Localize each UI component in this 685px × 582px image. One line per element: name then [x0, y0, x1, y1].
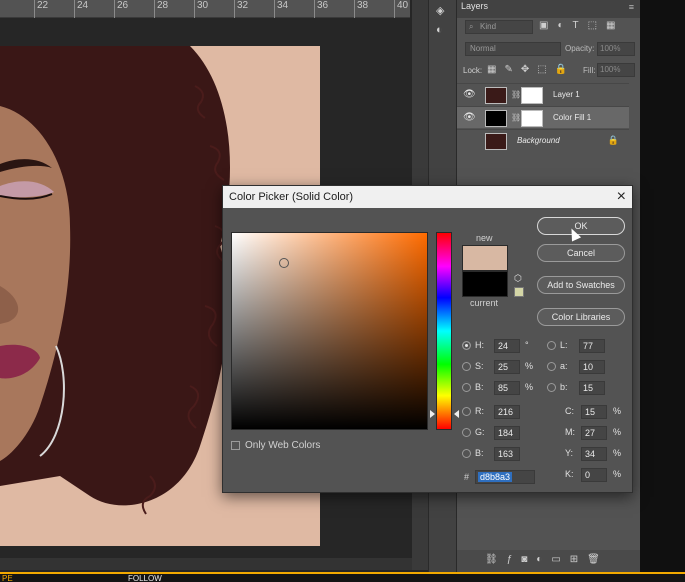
layer-row-selected[interactable]: 👁 ⛓ Color Fill 1 — [457, 106, 629, 128]
saturation-brightness-field[interactable] — [231, 232, 428, 430]
fill-layer-thumbnail — [485, 110, 507, 127]
black-input[interactable]: 0 — [581, 468, 607, 482]
layer-name: Layer 1 — [553, 90, 580, 99]
ruler-tick: 40 — [394, 0, 408, 18]
red-input[interactable]: 216 — [494, 405, 520, 419]
radio[interactable] — [547, 383, 556, 392]
screen-edge — [640, 0, 685, 582]
radio[interactable] — [462, 449, 471, 458]
search-icon: ⌕ — [469, 22, 474, 31]
ruler-tick: 30 — [194, 0, 208, 18]
hue-input[interactable]: 24 — [494, 339, 520, 353]
magenta-input[interactable]: 27 — [581, 426, 607, 440]
current-label: current — [470, 298, 499, 308]
green-input[interactable]: 184 — [494, 426, 520, 440]
web-safe-swatch[interactable] — [514, 287, 524, 297]
yellow-input[interactable]: 34 — [581, 447, 607, 461]
fill-input[interactable]: 100% — [597, 63, 635, 77]
opacity-label: Opacity: — [565, 44, 595, 53]
dialog-title: Color Picker (Solid Color) — [229, 191, 354, 203]
hex-value: d8b8a3 — [478, 472, 513, 482]
color-picker-dialog: Color Picker (Solid Color) × Only Web Co… — [222, 185, 633, 493]
only-web-colors-checkbox[interactable]: Only Web Colors — [231, 440, 320, 451]
layer-mask-thumbnail — [521, 87, 543, 104]
taskbar-left-label: PE — [2, 574, 13, 582]
adjustments-panel-icon[interactable]: ◐ — [436, 24, 443, 36]
ruler-tick: 36 — [314, 0, 328, 18]
close-icon[interactable]: × — [617, 186, 626, 208]
radio[interactable] — [462, 428, 471, 437]
layers-panel-icon[interactable]: ◈ — [436, 4, 444, 17]
tab-layers[interactable]: Layers — [461, 0, 488, 18]
ruler-tick: 28 — [154, 0, 168, 18]
cyan-input[interactable]: 15 — [581, 405, 607, 419]
lock-label: Lock: — [463, 66, 483, 75]
link-icon: ⛓ — [511, 90, 522, 99]
radio-selected[interactable] — [462, 341, 471, 350]
ruler-tick: 32 — [234, 0, 248, 18]
ruler-tick: 24 — [74, 0, 88, 18]
hex-label: # — [464, 472, 470, 482]
b-channel-input[interactable]: 15 — [579, 381, 605, 395]
horizontal-ruler: 22 24 26 28 30 32 34 36 38 40 — [0, 0, 410, 18]
hue-slider-left-arrow[interactable] — [430, 410, 435, 418]
layer-name: Background — [517, 136, 560, 145]
only-web-colors-label: Only Web Colors — [245, 440, 321, 451]
link-icon: ⛓ — [511, 113, 522, 122]
layer-row[interactable]: 👁 ⛓ Layer 1 — [457, 83, 629, 105]
hue-slider-right-arrow[interactable] — [454, 410, 459, 418]
eye-icon[interactable]: 👁 — [463, 112, 477, 123]
taskbar-follow-label[interactable]: FOLLOW — [128, 574, 162, 582]
ruler-tick: 26 — [114, 0, 128, 18]
hex-input[interactable]: d8b8a3 — [475, 470, 535, 484]
dialog-titlebar: Color Picker (Solid Color) × — [223, 186, 632, 208]
blue-input[interactable]: 163 — [494, 447, 520, 461]
a-channel-input[interactable]: 10 — [579, 360, 605, 374]
new-label: new — [476, 233, 493, 243]
lightness-input[interactable]: 77 — [579, 339, 605, 353]
checkbox-icon[interactable] — [231, 440, 240, 450]
radio[interactable] — [547, 362, 556, 371]
layer-kind-filter[interactable]: ⌕ Kind — [465, 20, 533, 34]
layer-name: Color Fill 1 — [553, 113, 592, 122]
color-libraries-button[interactable]: Color Libraries — [537, 308, 625, 326]
layers-panel-tabbar: Layers ≡ — [457, 0, 640, 18]
lock-icons[interactable]: ▦✎✥⬚🔒 — [487, 64, 575, 75]
horizontal-scrollbar[interactable] — [0, 558, 412, 570]
new-color-swatch — [462, 245, 508, 271]
panel-menu-icon[interactable]: ≡ — [629, 2, 634, 12]
layer-thumbnail — [485, 87, 507, 104]
ruler-tick: 38 — [354, 0, 368, 18]
radio[interactable] — [462, 407, 471, 416]
layer-thumbnail — [485, 133, 507, 150]
ruler-tick: 34 — [274, 0, 288, 18]
add-to-swatches-button[interactable]: Add to Swatches — [537, 276, 625, 294]
color-selector-circle[interactable] — [279, 258, 289, 268]
blend-mode-select[interactable]: Normal — [465, 42, 561, 56]
radio[interactable] — [547, 341, 556, 350]
photoshop-window: 22 24 26 28 30 32 34 36 38 40 ◈ ◐ Layers… — [0, 0, 685, 582]
saturation-input[interactable]: 25 — [494, 360, 520, 374]
current-color-swatch[interactable] — [462, 271, 508, 297]
layer-filter-icons[interactable]: ▣◐T⬚▦ — [539, 20, 625, 31]
layers-panel-footer[interactable]: ⛓ƒ◙◐▭⊞🗑 — [457, 550, 641, 572]
layer-mask-thumbnail — [521, 110, 543, 127]
bottom-bar: PE FOLLOW — [0, 572, 685, 582]
lock-icon: 🔒 — [607, 135, 619, 145]
ok-button[interactable]: OK — [537, 217, 625, 235]
cancel-button[interactable]: Cancel — [537, 244, 625, 262]
cube-icon[interactable]: ⬡ — [514, 273, 522, 284]
radio[interactable] — [462, 383, 471, 392]
eye-icon[interactable]: 👁 — [463, 89, 477, 100]
hue-slider[interactable] — [436, 232, 452, 430]
opacity-input[interactable]: 100% — [597, 42, 635, 56]
brightness-input[interactable]: 85 — [494, 381, 520, 395]
fill-label: Fill: — [583, 66, 596, 75]
layer-row[interactable]: Background 🔒 — [457, 129, 629, 151]
ruler-tick: 22 — [34, 0, 48, 18]
kind-label: Kind — [480, 22, 497, 31]
radio[interactable] — [462, 362, 471, 371]
